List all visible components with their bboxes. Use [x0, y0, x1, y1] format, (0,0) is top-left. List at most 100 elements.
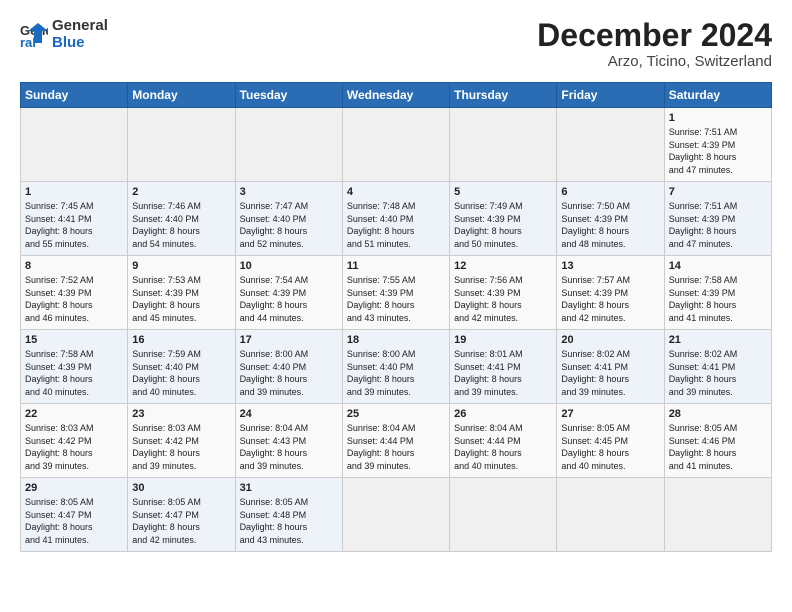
day-info: Sunrise: 7:59 AMSunset: 4:40 PMDaylight:… [132, 349, 201, 397]
header-row: Sunday Monday Tuesday Wednesday Thursday… [21, 83, 772, 108]
day-info: Sunrise: 8:03 AMSunset: 4:42 PMDaylight:… [132, 423, 201, 471]
day-info: Sunrise: 7:45 AMSunset: 4:41 PMDaylight:… [25, 201, 94, 249]
calendar-cell: 19 Sunrise: 8:01 AMSunset: 4:41 PMDaylig… [450, 330, 557, 404]
col-thursday: Thursday [450, 83, 557, 108]
day-number: 17 [240, 334, 338, 346]
day-info: Sunrise: 7:46 AMSunset: 4:40 PMDaylight:… [132, 201, 201, 249]
day-info: Sunrise: 7:49 AMSunset: 4:39 PMDaylight:… [454, 201, 523, 249]
day-info: Sunrise: 7:51 AMSunset: 4:39 PMDaylight:… [669, 201, 738, 249]
calendar-cell: 30 Sunrise: 8:05 AMSunset: 4:47 PMDaylig… [128, 478, 235, 552]
col-monday: Monday [128, 83, 235, 108]
day-info: Sunrise: 8:04 AMSunset: 4:44 PMDaylight:… [454, 423, 523, 471]
day-number: 6 [561, 186, 659, 198]
calendar-cell: 14 Sunrise: 7:58 AMSunset: 4:39 PMDaylig… [664, 256, 771, 330]
day-info: Sunrise: 8:05 AMSunset: 4:47 PMDaylight:… [132, 497, 201, 545]
day-number: 25 [347, 408, 445, 420]
day-number: 9 [132, 260, 230, 272]
calendar-cell: 18 Sunrise: 8:00 AMSunset: 4:40 PMDaylig… [342, 330, 449, 404]
day-info: Sunrise: 8:05 AMSunset: 4:47 PMDaylight:… [25, 497, 94, 545]
title-block: December 2024 Arzo, Ticino, Switzerland [537, 18, 772, 70]
col-tuesday: Tuesday [235, 83, 342, 108]
day-number: 19 [454, 334, 552, 346]
day-info: Sunrise: 8:04 AMSunset: 4:43 PMDaylight:… [240, 423, 309, 471]
calendar-cell: 7 Sunrise: 7:51 AMSunset: 4:39 PMDayligh… [664, 182, 771, 256]
day-number: 23 [132, 408, 230, 420]
day-number: 4 [347, 186, 445, 198]
day-info: Sunrise: 8:02 AMSunset: 4:41 PMDaylight:… [669, 349, 738, 397]
day-number: 1 [669, 112, 767, 124]
day-number: 7 [669, 186, 767, 198]
calendar-cell [557, 108, 664, 182]
calendar-cell: 9 Sunrise: 7:53 AMSunset: 4:39 PMDayligh… [128, 256, 235, 330]
day-info: Sunrise: 7:47 AMSunset: 4:40 PMDaylight:… [240, 201, 309, 249]
day-number: 31 [240, 482, 338, 494]
calendar-cell: 1 Sunrise: 7:45 AMSunset: 4:41 PMDayligh… [21, 182, 128, 256]
calendar-cell: 13 Sunrise: 7:57 AMSunset: 4:39 PMDaylig… [557, 256, 664, 330]
day-number: 24 [240, 408, 338, 420]
day-number: 1 [25, 186, 123, 198]
logo-text: General Blue [52, 18, 108, 51]
day-number: 5 [454, 186, 552, 198]
calendar-cell [128, 108, 235, 182]
calendar-week-row: 15 Sunrise: 7:58 AMSunset: 4:39 PMDaylig… [21, 330, 772, 404]
day-info: Sunrise: 8:03 AMSunset: 4:42 PMDaylight:… [25, 423, 94, 471]
calendar-cell: 11 Sunrise: 7:55 AMSunset: 4:39 PMDaylig… [342, 256, 449, 330]
day-info: Sunrise: 7:58 AMSunset: 4:39 PMDaylight:… [669, 275, 738, 323]
day-number: 20 [561, 334, 659, 346]
calendar-cell [557, 478, 664, 552]
calendar-cell [235, 108, 342, 182]
day-number: 11 [347, 260, 445, 272]
calendar-cell: 1 Sunrise: 7:51 AMSunset: 4:39 PMDayligh… [664, 108, 771, 182]
day-info: Sunrise: 8:04 AMSunset: 4:44 PMDaylight:… [347, 423, 416, 471]
day-number: 30 [132, 482, 230, 494]
calendar-cell: 5 Sunrise: 7:49 AMSunset: 4:39 PMDayligh… [450, 182, 557, 256]
calendar-cell: 2 Sunrise: 7:46 AMSunset: 4:40 PMDayligh… [128, 182, 235, 256]
day-info: Sunrise: 8:01 AMSunset: 4:41 PMDaylight:… [454, 349, 523, 397]
day-number: 26 [454, 408, 552, 420]
col-friday: Friday [557, 83, 664, 108]
calendar-cell [342, 108, 449, 182]
calendar-body: 1 Sunrise: 7:51 AMSunset: 4:39 PMDayligh… [21, 108, 772, 552]
calendar-cell [450, 108, 557, 182]
day-number: 12 [454, 260, 552, 272]
calendar-cell [664, 478, 771, 552]
calendar-cell: 10 Sunrise: 7:54 AMSunset: 4:39 PMDaylig… [235, 256, 342, 330]
calendar-week-row: 29 Sunrise: 8:05 AMSunset: 4:47 PMDaylig… [21, 478, 772, 552]
calendar-cell: 15 Sunrise: 7:58 AMSunset: 4:39 PMDaylig… [21, 330, 128, 404]
calendar-cell: 23 Sunrise: 8:03 AMSunset: 4:42 PMDaylig… [128, 404, 235, 478]
calendar-cell: 17 Sunrise: 8:00 AMSunset: 4:40 PMDaylig… [235, 330, 342, 404]
day-number: 10 [240, 260, 338, 272]
col-wednesday: Wednesday [342, 83, 449, 108]
calendar-week-row: 1 Sunrise: 7:51 AMSunset: 4:39 PMDayligh… [21, 108, 772, 182]
calendar-cell: 31 Sunrise: 8:05 AMSunset: 4:48 PMDaylig… [235, 478, 342, 552]
day-info: Sunrise: 7:50 AMSunset: 4:39 PMDaylight:… [561, 201, 630, 249]
day-number: 15 [25, 334, 123, 346]
calendar-cell: 21 Sunrise: 8:02 AMSunset: 4:41 PMDaylig… [664, 330, 771, 404]
col-saturday: Saturday [664, 83, 771, 108]
day-info: Sunrise: 8:02 AMSunset: 4:41 PMDaylight:… [561, 349, 630, 397]
day-number: 3 [240, 186, 338, 198]
calendar-cell: 24 Sunrise: 8:04 AMSunset: 4:43 PMDaylig… [235, 404, 342, 478]
calendar-cell: 8 Sunrise: 7:52 AMSunset: 4:39 PMDayligh… [21, 256, 128, 330]
day-number: 27 [561, 408, 659, 420]
day-info: Sunrise: 7:53 AMSunset: 4:39 PMDaylight:… [132, 275, 201, 323]
calendar-cell: 22 Sunrise: 8:03 AMSunset: 4:42 PMDaylig… [21, 404, 128, 478]
day-number: 2 [132, 186, 230, 198]
day-info: Sunrise: 7:54 AMSunset: 4:39 PMDaylight:… [240, 275, 309, 323]
day-number: 18 [347, 334, 445, 346]
calendar-cell: 16 Sunrise: 7:59 AMSunset: 4:40 PMDaylig… [128, 330, 235, 404]
day-info: Sunrise: 7:57 AMSunset: 4:39 PMDaylight:… [561, 275, 630, 323]
calendar-cell: 27 Sunrise: 8:05 AMSunset: 4:45 PMDaylig… [557, 404, 664, 478]
logo: Gene ral General Blue [20, 18, 108, 51]
day-info: Sunrise: 7:51 AMSunset: 4:39 PMDaylight:… [669, 127, 738, 175]
day-info: Sunrise: 8:05 AMSunset: 4:45 PMDaylight:… [561, 423, 630, 471]
calendar-cell: 29 Sunrise: 8:05 AMSunset: 4:47 PMDaylig… [21, 478, 128, 552]
calendar-table: Sunday Monday Tuesday Wednesday Thursday… [20, 82, 772, 552]
calendar-week-row: 22 Sunrise: 8:03 AMSunset: 4:42 PMDaylig… [21, 404, 772, 478]
header: Gene ral General Blue December 2024 Arzo… [20, 18, 772, 70]
calendar-week-row: 8 Sunrise: 7:52 AMSunset: 4:39 PMDayligh… [21, 256, 772, 330]
calendar-cell: 26 Sunrise: 8:04 AMSunset: 4:44 PMDaylig… [450, 404, 557, 478]
col-sunday: Sunday [21, 83, 128, 108]
svg-text:ral: ral [20, 35, 36, 49]
calendar-cell: 20 Sunrise: 8:02 AMSunset: 4:41 PMDaylig… [557, 330, 664, 404]
